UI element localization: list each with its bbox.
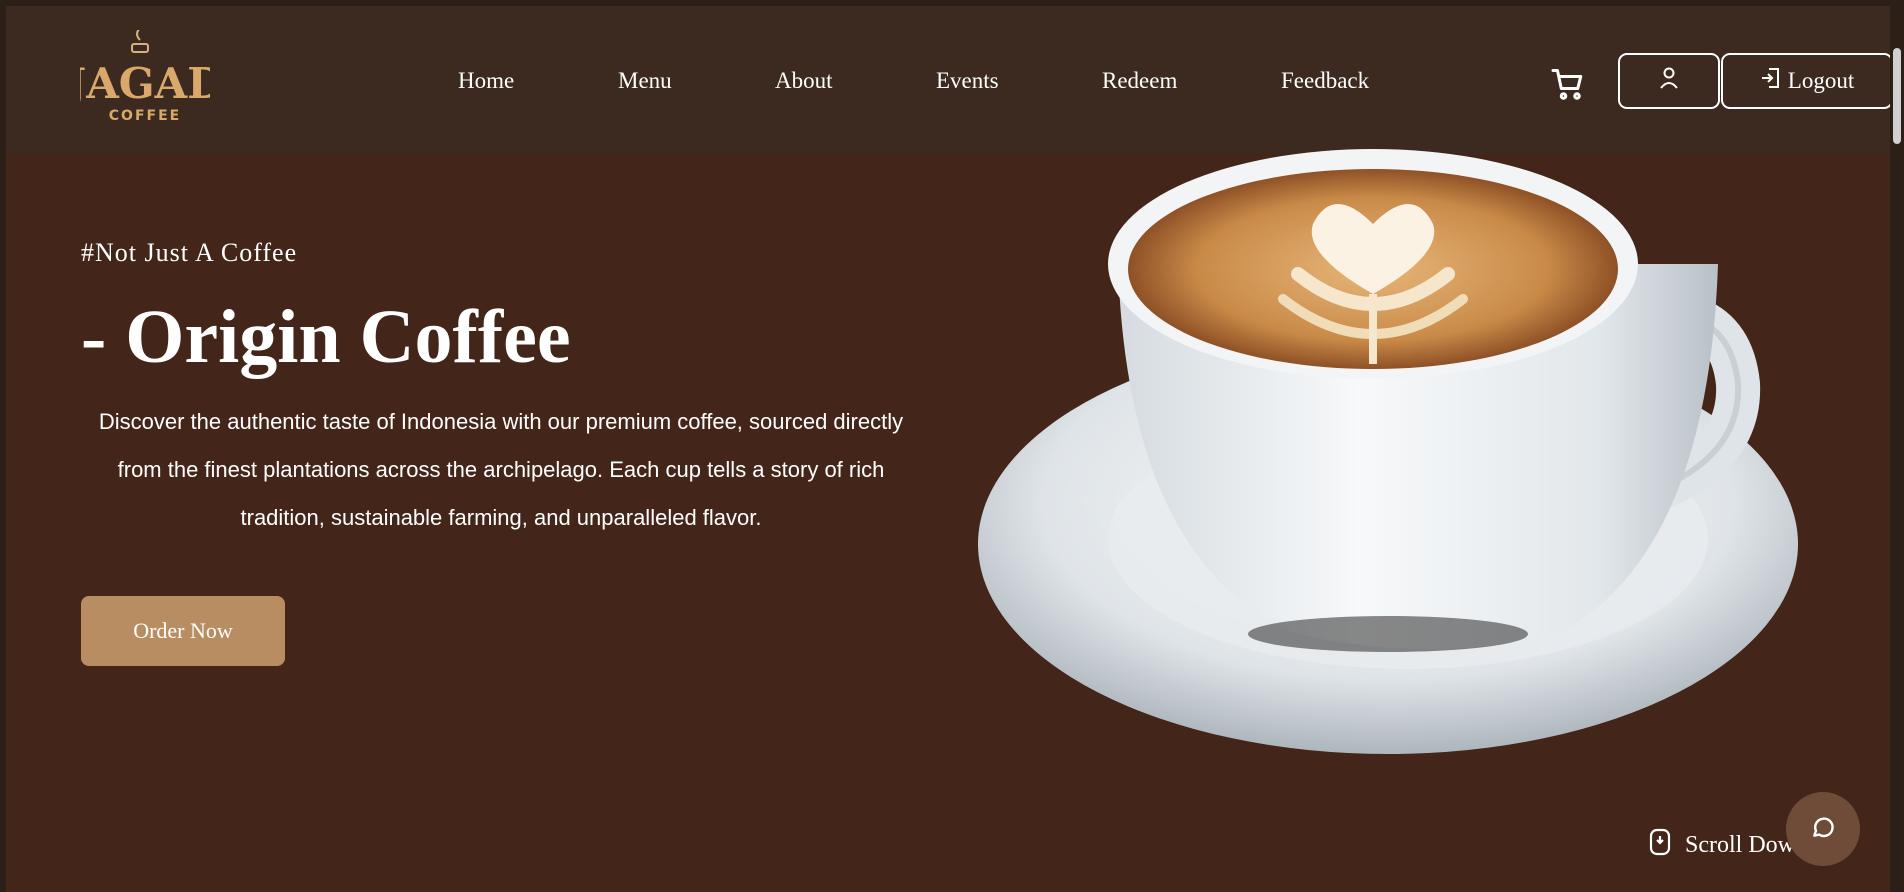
chat-icon	[1810, 814, 1836, 845]
main-nav: Home Menu About Events Redeem Feedback	[6, 6, 1894, 154]
coffee-cup-image	[968, 144, 1828, 764]
order-now-button[interactable]: Order Now	[81, 596, 285, 666]
page-scrollbar[interactable]	[1890, 0, 1904, 892]
chat-button[interactable]	[1786, 792, 1860, 866]
nav-home[interactable]: Home	[458, 68, 514, 94]
user-icon	[1659, 67, 1679, 95]
scroll-down-indicator[interactable]: Scroll Dow	[1649, 828, 1795, 863]
logout-label: Logout	[1787, 68, 1855, 93]
logout-button[interactable]: Logout	[1721, 53, 1893, 109]
nav-events[interactable]: Events	[936, 68, 999, 94]
hero-description: Discover the authentic taste of Indonesi…	[98, 409, 904, 530]
profile-button[interactable]	[1618, 53, 1720, 109]
nav-about[interactable]: About	[775, 68, 833, 94]
logout-icon	[1760, 67, 1780, 95]
nav-feedback[interactable]: Feedback	[1281, 68, 1369, 94]
hero-tagline: #Not Just A Coffee	[81, 238, 298, 267]
scroll-label: Scroll Dow	[1685, 832, 1795, 858]
site-header: JAGAD COFFEE Home Menu About Events Rede…	[6, 6, 1894, 154]
nav-menu[interactable]: Menu	[618, 68, 672, 94]
cart-icon[interactable]	[1550, 66, 1586, 102]
page-frame: JAGAD COFFEE Home Menu About Events Rede…	[6, 6, 1894, 892]
mouse-icon	[1649, 828, 1671, 863]
scrollbar-thumb[interactable]	[1893, 48, 1901, 144]
nav-redeem[interactable]: Redeem	[1102, 68, 1177, 94]
hero-headline: - Origin Coffee	[81, 295, 571, 379]
